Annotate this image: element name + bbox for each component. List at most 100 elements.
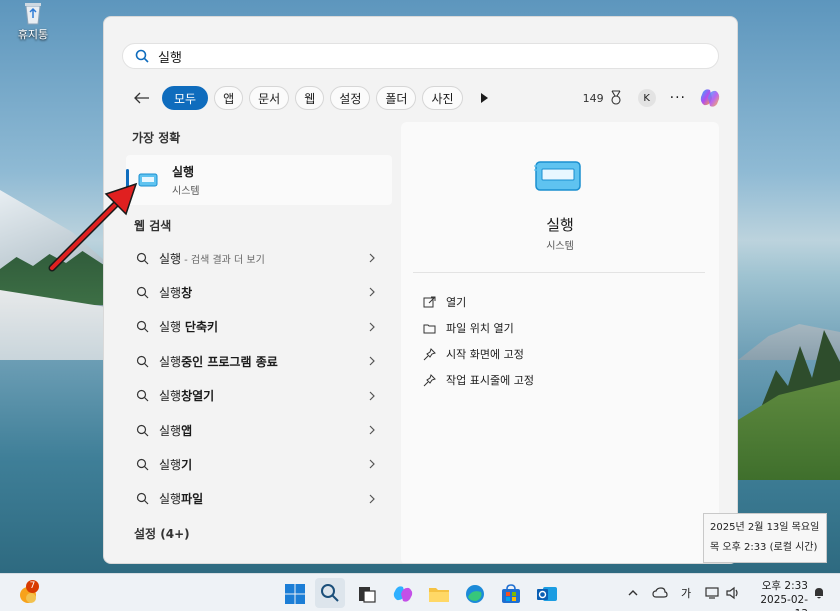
ime-indicator[interactable]: 가	[681, 585, 691, 601]
web-search-query: 실행기	[159, 458, 193, 473]
volume-icon[interactable]	[725, 586, 741, 600]
filter-chip-documents[interactable]: 문서	[249, 86, 290, 110]
outlook-icon[interactable]	[536, 583, 558, 605]
search-icon	[136, 355, 149, 368]
action-open-file-location[interactable]: 파일 위치 열기	[423, 315, 534, 341]
taskbar: 7 가 오후 2:33 2025-02-	[0, 573, 840, 611]
file-explorer-icon[interactable]	[428, 583, 450, 605]
web-search-query: 실행 단축키	[159, 320, 219, 335]
chevron-up-icon[interactable]	[626, 586, 640, 600]
chevron-right-icon	[369, 356, 375, 366]
rewards-medal-icon[interactable]	[608, 90, 624, 106]
search-icon	[321, 584, 339, 602]
best-match-heading: 가장 정확	[132, 131, 181, 145]
folder-icon	[423, 324, 436, 333]
filter-chip-all[interactable]: 모두	[162, 86, 209, 110]
clock-time: 오후 2:33	[761, 580, 808, 592]
web-search-item[interactable]: 실행창열기	[126, 379, 392, 413]
web-search-item[interactable]: 실행파일	[126, 482, 392, 516]
right-tools: 149 K ···	[583, 86, 722, 110]
search-icon	[136, 286, 149, 299]
search-input[interactable]	[158, 48, 658, 64]
pin-icon	[423, 373, 436, 386]
action-pin-start[interactable]: 시작 화면에 고정	[423, 341, 534, 367]
filter-chip-apps[interactable]: 앱	[214, 86, 244, 110]
web-search-item[interactable]: 실행중인 프로그램 종료	[126, 344, 392, 378]
search-icon	[136, 493, 149, 505]
action-pin-start-label: 시작 화면에 고정	[446, 348, 524, 361]
weather-widget[interactable]: 7	[18, 580, 42, 604]
web-search-query: 실행중인 프로그램 종료	[159, 354, 278, 369]
action-open-label: 열기	[446, 296, 467, 309]
chevron-right-icon	[369, 253, 375, 263]
search-icon	[136, 390, 149, 402]
web-search-item[interactable]: 실행앱	[126, 413, 392, 447]
task-view-icon[interactable]	[356, 583, 378, 605]
chevron-right-icon	[369, 322, 375, 332]
web-search-query: 실행파일	[159, 492, 204, 507]
web-search-hint: - 검색 결과 더 보기	[184, 254, 265, 266]
filter-bar: 모두 앱 문서 웹 설정 폴더 사진 149 K ···	[132, 83, 722, 113]
preview-title: 실행	[546, 216, 574, 234]
chevron-right-icon	[369, 459, 375, 469]
copilot-taskbar-icon[interactable]	[392, 583, 414, 605]
filter-chip-folders[interactable]: 폴더	[376, 86, 417, 110]
wallpaper-grass-right	[738, 380, 840, 480]
notification-bell-icon[interactable]	[812, 586, 826, 600]
search-icon	[136, 424, 149, 437]
clock-date: 2025-02-13	[760, 594, 808, 611]
search-icon	[136, 321, 149, 333]
filter-chip-photos[interactable]: 사진	[422, 86, 463, 110]
recycle-bin-label: 휴지통	[17, 28, 49, 41]
taskbar-search-button[interactable]	[315, 578, 345, 608]
open-external-icon	[423, 296, 436, 307]
best-match-item[interactable]: 실행 시스템	[126, 155, 392, 205]
rewards-points: 149	[582, 91, 604, 105]
user-avatar[interactable]: K	[637, 89, 656, 107]
copilot-icon[interactable]	[698, 86, 722, 110]
web-search-query: 실행	[159, 251, 182, 266]
web-search-list: 실행 - 검색 결과 더 보기 실행창 실행 단축키 실행중인 프로그램 종료 …	[126, 241, 392, 516]
tooltip-time: 목 오후 2:33 (로컬 시간)	[710, 542, 818, 553]
action-pin-taskbar[interactable]: 작업 표시줄에 고정	[423, 367, 534, 393]
store-icon[interactable]	[500, 583, 522, 605]
back-button[interactable]	[132, 88, 152, 108]
filter-chip-settings[interactable]: 설정	[330, 86, 371, 110]
search-box[interactable]	[122, 43, 719, 69]
recycle-bin[interactable]: 휴지통	[8, 0, 58, 48]
action-pin-taskbar-label: 작업 표시줄에 고정	[446, 374, 534, 387]
preview-pane: 실행 시스템 열기 파일 위치 열기 시작 화면에 고정 작업 표시줄에 고정	[401, 122, 719, 563]
edge-browser-icon[interactable]	[464, 583, 486, 605]
web-search-item[interactable]: 실행창	[126, 275, 392, 309]
recycle-bin-icon	[25, 3, 41, 25]
web-search-item[interactable]: 실행 단축키	[126, 310, 392, 344]
divider	[413, 272, 705, 273]
tooltip-date: 2025년 2월 13일 목요일	[710, 522, 820, 533]
network-icon[interactable]	[704, 586, 720, 600]
action-open[interactable]: 열기	[423, 289, 534, 315]
chevron-right-icon	[369, 287, 375, 297]
web-search-query: 실행창	[159, 286, 193, 301]
action-open-file-location-label: 파일 위치 열기	[446, 322, 514, 335]
run-app-large-icon	[534, 161, 581, 191]
system-clock[interactable]: 오후 2:33 2025-02-13	[748, 579, 808, 611]
web-search-query: 실행창열기	[159, 389, 215, 404]
start-search-panel: 모두 앱 문서 웹 설정 폴더 사진 149 K ···	[103, 16, 738, 564]
cloud-sync-icon[interactable]	[652, 586, 668, 600]
back-arrow-icon	[134, 92, 149, 104]
filter-chip-web[interactable]: 웹	[295, 86, 325, 110]
preview-subtitle: 시스템	[546, 241, 574, 252]
annotation-arrow-icon	[48, 182, 138, 272]
more-filters-play-icon[interactable]	[477, 91, 491, 105]
chevron-right-icon	[369, 494, 375, 504]
search-icon	[136, 458, 149, 471]
preview-actions: 열기 파일 위치 열기 시작 화면에 고정 작업 표시줄에 고정	[423, 289, 534, 393]
notification-badge: 7	[26, 580, 39, 593]
chevron-right-icon	[369, 391, 375, 400]
web-search-item[interactable]: 실행 - 검색 결과 더 보기	[126, 241, 392, 275]
best-match-subtitle: 시스템	[172, 186, 200, 197]
more-options-button[interactable]: ···	[670, 90, 686, 106]
search-icon	[135, 49, 149, 63]
web-search-item[interactable]: 실행기	[126, 447, 392, 481]
start-windows-icon[interactable]	[284, 583, 306, 605]
